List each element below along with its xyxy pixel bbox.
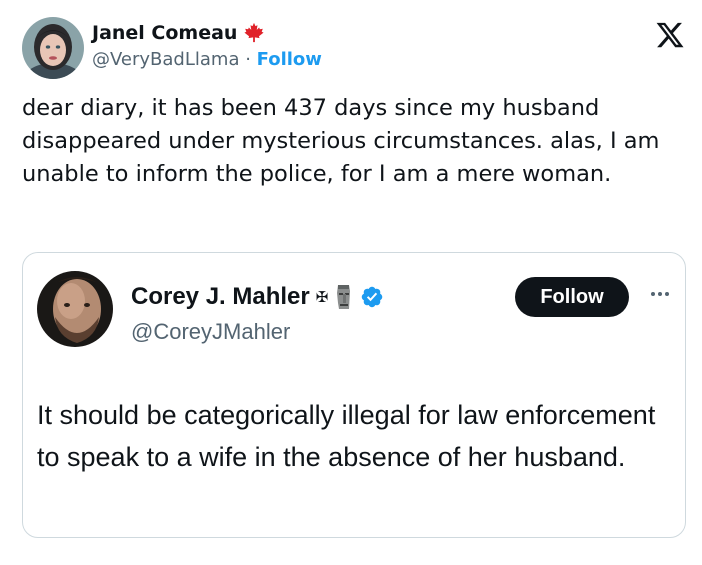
quote-author-handle[interactable]: @CoreyJMahler [131, 319, 290, 345]
tweet-text: dear diary, it has been 437 days since m… [22, 95, 660, 187]
maple-leaf-icon [244, 22, 265, 43]
more-options-icon[interactable] [645, 284, 675, 304]
quote-author-name[interactable]: Corey J. Mahler [131, 283, 310, 311]
x-logo-icon[interactable] [655, 20, 685, 50]
quote-avatar[interactable] [37, 271, 113, 347]
author-name-row: Janel Comeau [92, 22, 265, 44]
quoted-tweet-card[interactable]: Corey J. Mahler ✠ @CoreyJMahler Follow I… [22, 252, 686, 538]
tweet-card: Janel Comeau @VeryBadLlama · Follow dear… [0, 0, 702, 565]
author-name[interactable]: Janel Comeau [92, 22, 237, 44]
avatar[interactable] [22, 17, 84, 79]
author-meta: @VeryBadLlama · Follow [92, 49, 322, 70]
quote-text: It should be categorically illegal for l… [37, 400, 656, 472]
moai-icon [337, 285, 351, 309]
follow-button[interactable]: Follow [515, 277, 629, 317]
verified-badge-icon [362, 286, 383, 308]
cross-icon: ✠ [315, 289, 329, 306]
meta-separator: · [239, 49, 257, 70]
quote-author-name-row: Corey J. Mahler ✠ [131, 283, 384, 311]
follow-link[interactable]: Follow [257, 49, 322, 70]
author-handle[interactable]: @VeryBadLlama [92, 49, 239, 70]
